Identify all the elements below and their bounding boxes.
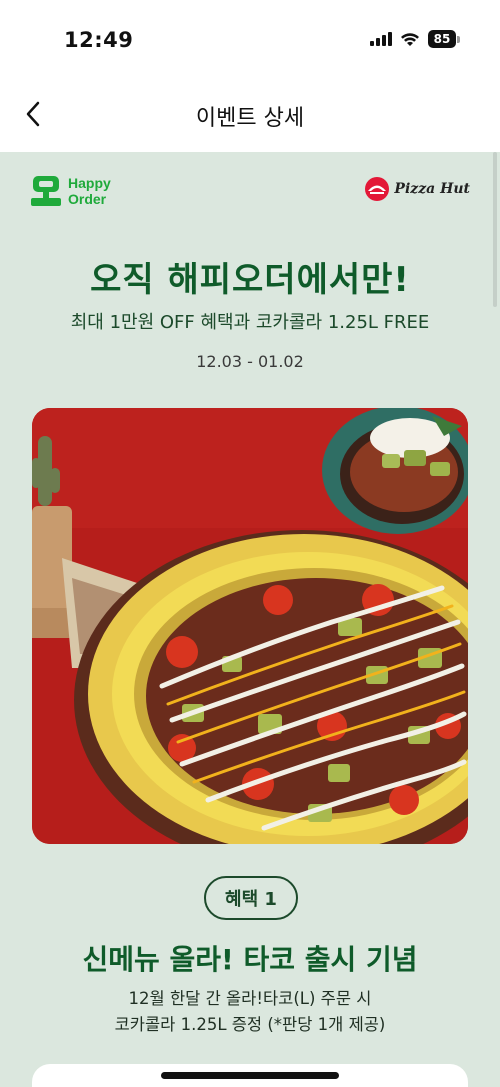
happy-order-logo: Happy Order — [30, 174, 111, 208]
status-time: 12:49 — [64, 28, 134, 52]
event-headline: 오직 해피오더에서만! — [90, 260, 410, 300]
battery-icon: 85 — [428, 30, 460, 48]
nav-bar: 이벤트 상세 — [0, 76, 500, 152]
event-subheadline: 최대 1만원 OFF 혜택과 코카콜라 1.25L FREE — [70, 312, 430, 333]
battery-level: 85 — [428, 30, 456, 48]
home-indicator[interactable] — [161, 1072, 339, 1079]
benefit-description: 12월 한달 간 올라!타코(L) 주문 시 코카콜라 1.25L 증정 (*판… — [0, 986, 500, 1038]
benefit-description-line: 코카콜라 1.25L 증정 (*판당 1개 제공) — [114, 1015, 386, 1034]
status-bar: 12:49 85 — [0, 0, 500, 76]
taco-pizza-image — [32, 408, 468, 844]
happy-order-wordmark: Happy Order — [68, 175, 111, 207]
pizza-hut-wordmark: Pizza Hut — [394, 181, 470, 197]
benefit-title: 신메뉴 올라! 타코 출시 기념 — [82, 943, 418, 976]
pizza-hut-logo: Pizza Hut — [364, 176, 470, 202]
event-detail-content[interactable]: Happy Order Pizza Hut 오직 해피오더에서만! 최대 1만원… — [0, 152, 500, 1087]
benefit-description-line: 12월 한달 간 올라!타코(L) 주문 시 — [128, 989, 372, 1008]
page-title: 이벤트 상세 — [195, 106, 305, 131]
event-date-range: 12.03 - 01.02 — [196, 352, 304, 371]
wifi-icon — [401, 32, 419, 46]
happy-order-mark-icon — [31, 176, 61, 206]
cellular-signal-icon — [370, 32, 392, 46]
benefit-badge: 혜택 1 — [204, 876, 298, 920]
pizza-hut-roof-icon — [365, 177, 390, 201]
status-icons: 85 — [370, 30, 460, 48]
